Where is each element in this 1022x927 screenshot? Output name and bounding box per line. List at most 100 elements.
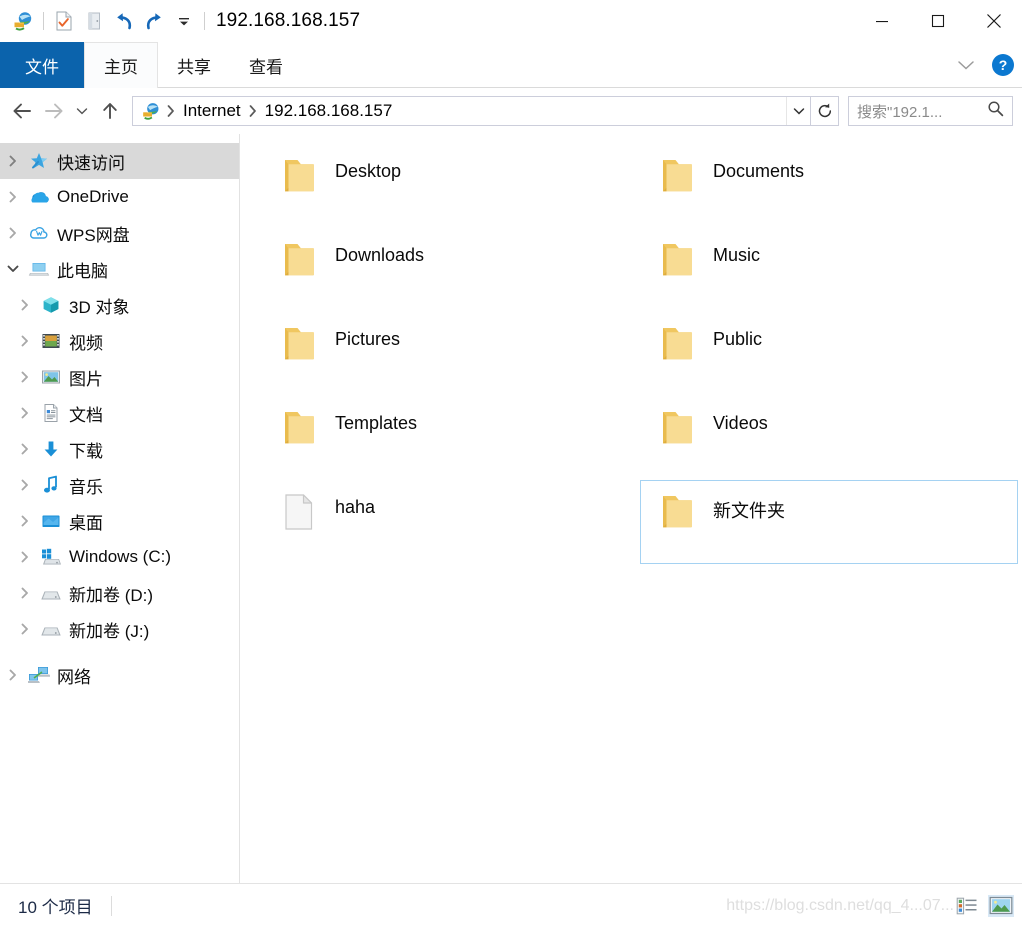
file-name: Documents	[713, 161, 805, 181]
customize-dropdown-icon[interactable]	[169, 6, 199, 36]
sidebar-item-quick-access[interactable]: 快速访问	[0, 143, 239, 179]
recent-locations-icon[interactable]	[70, 95, 94, 127]
chevron-right-icon[interactable]	[12, 299, 38, 311]
tab-share[interactable]: 共享	[158, 42, 230, 88]
tab-home[interactable]: 主页	[84, 42, 158, 88]
sidebar-item-music[interactable]: 音乐	[0, 467, 239, 503]
list-item[interactable]: Documents	[640, 144, 1018, 228]
file-name: Templates	[335, 413, 418, 433]
close-button[interactable]	[966, 0, 1022, 42]
status-divider	[110, 895, 112, 916]
music-icon	[38, 475, 64, 495]
forward-button[interactable]	[38, 95, 70, 127]
sidebar-item-onedrive[interactable]: OneDrive	[0, 179, 239, 215]
sidebar-item-drive-d[interactable]: 新加卷 (D:)	[0, 575, 239, 611]
sidebar-item-wps-cloud[interactable]: WPS网盘	[0, 215, 239, 251]
pictures-icon	[38, 368, 64, 386]
sidebar-item-label: 新加卷 (D:)	[69, 585, 154, 605]
list-item[interactable]: Public	[640, 312, 1018, 396]
chevron-right-icon[interactable]	[12, 479, 38, 491]
address-dropdown-icon[interactable]	[786, 97, 810, 125]
chevron-right-icon[interactable]	[0, 191, 26, 203]
list-item[interactable]: Templates	[262, 396, 640, 480]
sidebar-item-drive-j[interactable]: 新加卷 (J:)	[0, 611, 239, 647]
toolbar-divider	[43, 12, 44, 30]
sidebar-item-documents[interactable]: 文档	[0, 395, 239, 431]
title-bar: 192.168.168.157	[0, 0, 1022, 42]
sidebar-item-downloads[interactable]: 下载	[0, 431, 239, 467]
chevron-down-icon[interactable]	[0, 263, 26, 275]
chevron-right-icon[interactable]	[0, 227, 26, 239]
list-item[interactable]: haha	[262, 480, 640, 564]
undo-icon[interactable]	[109, 6, 139, 36]
sidebar-item-this-pc[interactable]: 此电脑	[0, 251, 239, 287]
chevron-right-icon[interactable]	[12, 515, 38, 527]
open-folder-icon[interactable]	[79, 6, 109, 36]
file-name: Public	[713, 329, 763, 349]
folder-icon	[271, 403, 329, 469]
window-title: 192.168.168.157	[216, 10, 361, 31]
sidebar-item-windows-c[interactable]: Windows (C:)	[0, 539, 239, 575]
sidebar-item-pictures[interactable]: 图片	[0, 359, 239, 395]
breadcrumb-internet[interactable]: Internet	[179, 101, 245, 121]
tab-view[interactable]: 查看	[230, 42, 302, 88]
folder-icon	[271, 235, 329, 301]
list-item[interactable]: Music	[640, 228, 1018, 312]
chevron-right-icon[interactable]	[12, 443, 38, 455]
chevron-right-icon[interactable]	[0, 155, 26, 167]
file-list-pane[interactable]: Desktop Documents Downloads Music Pictur…	[240, 134, 1022, 883]
chevron-right-icon[interactable]	[12, 371, 38, 383]
chevron-right-icon[interactable]	[12, 551, 38, 563]
file-grid: Desktop Documents Downloads Music Pictur…	[240, 144, 1022, 564]
tab-file[interactable]: 文件	[0, 42, 84, 88]
windows-drive-icon	[38, 547, 64, 567]
folder-icon	[649, 319, 707, 385]
help-button[interactable]: ?	[992, 54, 1014, 76]
breadcrumb-site-icon[interactable]	[139, 101, 163, 121]
ftp-site-icon[interactable]	[8, 6, 38, 36]
sidebar-item-label: 新加卷 (J:)	[69, 621, 150, 641]
list-item-selected[interactable]: 新文件夹	[640, 480, 1018, 564]
chevron-down-icon[interactable]	[952, 51, 980, 79]
redo-icon[interactable]	[139, 6, 169, 36]
sidebar-item-network[interactable]: 网络	[0, 657, 239, 693]
refresh-button[interactable]	[811, 96, 839, 126]
list-item[interactable]: Pictures	[262, 312, 640, 396]
folder-icon	[649, 403, 707, 469]
breadcrumb-separator-icon[interactable]	[163, 105, 179, 117]
chevron-right-icon[interactable]	[12, 407, 38, 419]
chevron-right-icon[interactable]	[12, 623, 38, 635]
address-input[interactable]: Internet 192.168.168.157	[132, 96, 811, 126]
drive-icon	[38, 583, 64, 603]
list-item[interactable]: Videos	[640, 396, 1018, 480]
sidebar-item-label: 3D 对象	[69, 297, 130, 317]
navigation-pane[interactable]: 快速访问 OneDrive WPS网盘 此电脑 3D 对象 视频 图片 文档 下…	[0, 134, 240, 883]
main-content: 快速访问 OneDrive WPS网盘 此电脑 3D 对象 视频 图片 文档 下…	[0, 134, 1022, 883]
sidebar-item-3d-objects[interactable]: 3D 对象	[0, 287, 239, 323]
details-view-button[interactable]	[954, 895, 980, 917]
properties-icon[interactable]	[49, 6, 79, 36]
minimize-button[interactable]	[854, 0, 910, 42]
folder-icon	[271, 151, 329, 217]
maximize-button[interactable]	[910, 0, 966, 42]
sidebar-item-label: WPS网盘	[57, 225, 130, 245]
search-icon[interactable]	[987, 100, 1004, 122]
sidebar-item-label: Windows (C:)	[69, 547, 172, 566]
sidebar-item-label: 快速访问	[57, 153, 125, 173]
list-item[interactable]: Desktop	[262, 144, 640, 228]
sidebar-item-desktop[interactable]: 桌面	[0, 503, 239, 539]
breadcrumb-host[interactable]: 192.168.168.157	[261, 101, 397, 121]
sidebar-item-videos[interactable]: 视频	[0, 323, 239, 359]
folder-icon	[271, 319, 329, 385]
large-icons-view-button[interactable]	[988, 894, 1014, 917]
breadcrumb-separator-icon[interactable]	[245, 105, 261, 117]
list-item[interactable]: Downloads	[262, 228, 640, 312]
search-input[interactable]: 搜索"192.1...	[848, 96, 1013, 126]
folder-icon	[649, 151, 707, 217]
back-button[interactable]	[6, 95, 38, 127]
up-button[interactable]	[94, 95, 126, 127]
chevron-right-icon[interactable]	[12, 335, 38, 347]
chevron-right-icon[interactable]	[0, 669, 26, 681]
chevron-right-icon[interactable]	[12, 587, 38, 599]
file-name: Videos	[713, 413, 768, 433]
